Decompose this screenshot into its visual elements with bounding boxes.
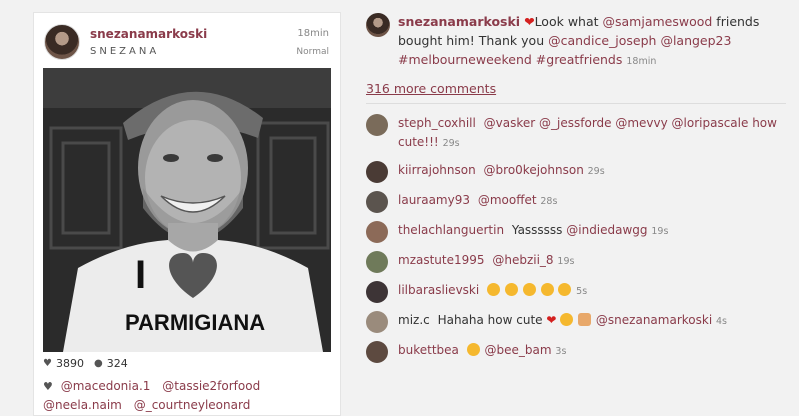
commenter-avatar[interactable] [366, 221, 388, 243]
comment-time: 19s [557, 256, 575, 267]
liker-link[interactable]: @neela.naim [43, 398, 122, 412]
comment-item: lilbaraslievski 5s [366, 281, 786, 303]
commenter-username[interactable]: thelachlanguertin [398, 223, 504, 237]
post-caption: snezanamarkoski ❤Look what @samjameswood… [366, 12, 786, 71]
red-heart-icon: ❤ [524, 14, 535, 29]
commenter-avatar[interactable] [366, 281, 388, 303]
commenter-username[interactable]: bukettbea [398, 343, 459, 357]
comments-panel: snezanamarkoski ❤Look what @samjameswood… [366, 12, 786, 363]
comment-text[interactable]: @bee_bam [485, 343, 552, 357]
post-header: snezanamarkoski SNEZANA 18min Normal [34, 13, 340, 63]
commenter-username[interactable]: mzastute1995 [398, 253, 485, 267]
commenter-avatar[interactable] [366, 311, 388, 333]
comment-item: bukettbea @bee_bam 3s [366, 341, 786, 363]
comment-time: 19s [651, 226, 669, 237]
comment-text[interactable]: @hebzii_8 [492, 253, 553, 267]
comment-time: 28s [540, 196, 558, 207]
commenter-username[interactable]: kiirrajohnson [398, 163, 476, 177]
commenter-avatar[interactable] [366, 251, 388, 273]
likes-heart-icon: ♥ [43, 358, 52, 369]
caption-username[interactable]: snezanamarkoski [398, 14, 520, 29]
caption-avatar[interactable] [366, 13, 390, 37]
liker-link[interactable]: @_courtneyleonard [134, 398, 251, 412]
post-photo[interactable]: I PARMIGIANA [43, 68, 331, 352]
comment-bubble-icon: ● [93, 358, 103, 369]
hashtag-link[interactable]: #greatfriends [536, 52, 623, 67]
commenter-username[interactable]: miz.c [398, 313, 430, 327]
comment-item: lauraamy93 @mooffet 28s [366, 191, 786, 213]
mention-link[interactable]: @langep23 [660, 33, 731, 48]
comment-text: Yassssss [511, 223, 567, 237]
comment-list: steph_coxhill @vasker @_jessforde @mevvy… [366, 114, 786, 363]
red-heart-icon: ❤ [546, 313, 557, 327]
comment-text[interactable]: @bro0kejohnson [484, 163, 584, 177]
author-avatar[interactable] [44, 24, 80, 60]
liked-heart-icon: ♥ [43, 380, 53, 393]
more-comments-link[interactable]: 316 more comments [366, 81, 496, 96]
tears-of-joy-emoji-icon [466, 343, 480, 356]
shirt-text-i: I [135, 253, 146, 297]
author-full-name: SNEZANA [90, 46, 160, 57]
comments-count: 324 [106, 357, 128, 370]
comment-item: thelachlanguertin Yassssss @indiedawgg 1… [366, 221, 786, 243]
likes-count: 3890 [55, 357, 84, 370]
comment-time: 5s [576, 286, 588, 297]
ok-hand-emoji-icon [578, 313, 592, 326]
likers-list: ♥ @macedonia.1 @tassie2forfood @neela.na… [43, 377, 333, 415]
heart-eyes-emoji-icon [540, 283, 554, 296]
photo-filter: Normal [296, 47, 329, 57]
hashtag-link[interactable]: #melbourneweekend [398, 52, 532, 67]
mention-link[interactable]: @candice_joseph [548, 33, 656, 48]
post-stats: ♥ 3890 ● 324 [43, 357, 128, 370]
commenter-avatar[interactable] [366, 161, 388, 183]
comment-item: mzastute1995 @hebzii_8 19s [366, 251, 786, 273]
heart-eyes-emoji-icon [487, 283, 501, 296]
commenter-username[interactable]: lauraamy93 [398, 193, 470, 207]
caption-time: 18min [626, 56, 657, 67]
tears-of-joy-emoji-icon [560, 313, 574, 326]
comment-item: miz.c Hahaha how cute ❤ @snezanamarkoski… [366, 311, 786, 333]
commenter-avatar[interactable] [366, 191, 388, 213]
commenter-avatar[interactable] [366, 114, 388, 136]
commenter-avatar[interactable] [366, 341, 388, 363]
heart-eyes-emoji-icon [504, 283, 518, 296]
comment-time: 29s [587, 166, 605, 177]
shirt-text-parmigiana: PARMIGIANA [125, 310, 265, 335]
comment-item: steph_coxhill @vasker @_jessforde @mevvy… [366, 114, 786, 153]
comment-time: 29s [442, 138, 460, 149]
commenter-username[interactable]: lilbaraslievski [398, 283, 479, 297]
heart-eyes-emoji-icon [558, 283, 572, 296]
comment-time: 4s [715, 316, 727, 327]
mention-link[interactable]: @samjameswood [603, 14, 713, 29]
post-card: snezanamarkoski SNEZANA 18min Normal I P… [33, 12, 341, 416]
liker-link[interactable]: @macedonia.1 [61, 379, 151, 393]
post-time: 18min [297, 28, 329, 39]
comment-text[interactable]: @mooffet [478, 193, 537, 207]
comment-text: Hahaha how cute [437, 313, 543, 327]
caption-text: Look what [534, 14, 603, 29]
comment-time: 3s [555, 346, 567, 357]
liker-link[interactable]: @tassie2forfood [162, 379, 260, 393]
author-username[interactable]: snezanamarkoski [90, 27, 207, 41]
photo-illustration: I PARMIGIANA [43, 68, 331, 352]
heart-eyes-emoji-icon [522, 283, 536, 296]
divider [366, 103, 786, 104]
comment-item: kiirrajohnson @bro0kejohnson 29s [366, 161, 786, 183]
commenter-username[interactable]: steph_coxhill [398, 116, 476, 130]
mention-link[interactable]: @snezanamarkoski [596, 313, 712, 327]
mention-link[interactable]: @indiedawgg [566, 223, 647, 237]
